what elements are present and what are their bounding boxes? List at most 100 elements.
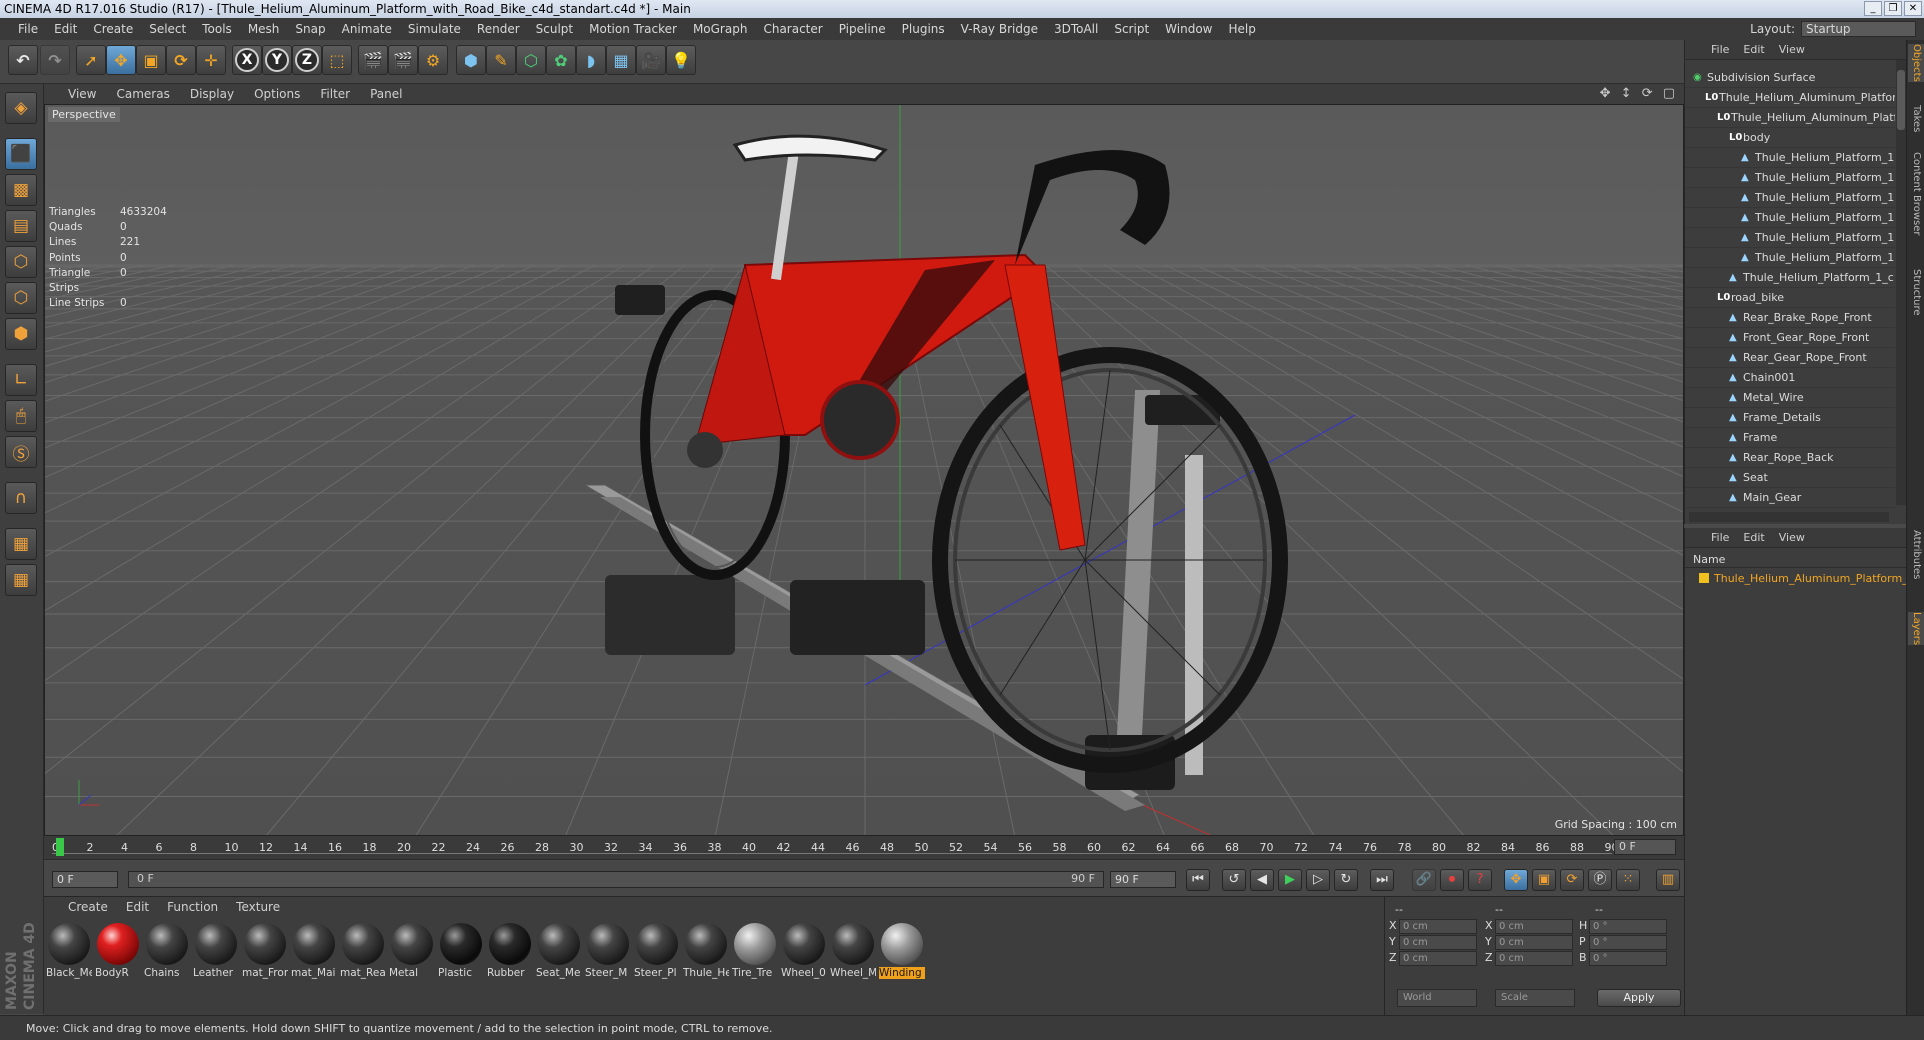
object-tree-item[interactable]: ▲ Thule_Helium_Platform_1 bbox=[1685, 188, 1895, 208]
timeline-ruler[interactable]: 0246810121416182022242628303234363840424… bbox=[44, 836, 1684, 860]
perspective-viewport[interactable]: Perspective Triangles 4633204 Quads 0 Lines 2… bbox=[44, 104, 1684, 836]
play-icon[interactable]: ▶ bbox=[1278, 869, 1302, 891]
material-swatch[interactable]: mat_Rea bbox=[340, 921, 386, 985]
cloner-icon[interactable]: ✿ bbox=[546, 45, 576, 75]
layout-dropdown[interactable]: Startup bbox=[1801, 21, 1916, 37]
layer-menu-edit[interactable]: Edit bbox=[1743, 531, 1764, 544]
material-swatch[interactable]: mat_Fron bbox=[242, 921, 288, 985]
object-tree-item[interactable]: ▲ Chain001 bbox=[1685, 368, 1895, 388]
viewport-menu-cameras[interactable]: Cameras bbox=[116, 87, 169, 101]
subdivision-surface-icon[interactable]: ⬡ bbox=[516, 45, 546, 75]
go-to-start-icon[interactable]: ⏮ bbox=[1186, 869, 1210, 891]
menu-sculpt[interactable]: Sculpt bbox=[528, 22, 581, 36]
side-tab-objects[interactable]: Objects bbox=[1908, 44, 1924, 82]
object-tree-item[interactable]: L0Thule_Helium_Aluminum_Platform bbox=[1685, 88, 1895, 108]
coord-rotation-field[interactable]: 0 ° bbox=[1589, 951, 1667, 966]
camera-icon[interactable]: 🎥 bbox=[636, 45, 666, 75]
object-tree-item[interactable]: ▲ Thule_Helium_Platform_1 bbox=[1685, 248, 1895, 268]
object-tree-item[interactable]: ▲ Rear_Rope_Back bbox=[1685, 448, 1895, 468]
axis-mode-icon[interactable]: ∟ bbox=[5, 364, 37, 396]
previous-key-icon[interactable]: ↺ bbox=[1222, 869, 1246, 891]
viewport-menu-panel[interactable]: Panel bbox=[370, 87, 402, 101]
object-tree-item[interactable]: L0 body bbox=[1685, 128, 1895, 148]
menu-snap[interactable]: Snap bbox=[287, 22, 333, 36]
viewport-navigation-icons[interactable]: ✥ ↕ ⟳ ▢ bbox=[1600, 86, 1678, 101]
close-button[interactable]: ✕ bbox=[1904, 1, 1922, 16]
side-tab-attributes[interactable]: Attributes bbox=[1908, 530, 1924, 579]
texture-mode-icon[interactable]: ▩ bbox=[5, 174, 37, 206]
side-tab-structure[interactable]: Structure bbox=[1908, 269, 1924, 316]
object-tree-item[interactable]: ▲ Front_Gear_Rope_Front bbox=[1685, 328, 1895, 348]
model-mode-icon[interactable]: ⬛ bbox=[5, 138, 37, 170]
workplane-lock-icon[interactable]: ▦ bbox=[5, 528, 37, 560]
menu-tools[interactable]: Tools bbox=[194, 22, 240, 36]
workplane-icon[interactable]: ▤ bbox=[5, 210, 37, 242]
edges-mode-icon[interactable]: ⬡ bbox=[5, 282, 37, 314]
snapping-icon[interactable]: Ⓢ bbox=[5, 436, 37, 468]
menu-3dtoall[interactable]: 3DToAll bbox=[1046, 22, 1106, 36]
object-tree-item[interactable]: L0 road_bike bbox=[1685, 288, 1895, 308]
record-active-objects-icon[interactable]: ⏺ bbox=[1440, 869, 1464, 891]
coord-position-field[interactable]: 0 cm bbox=[1399, 935, 1477, 950]
layer-menu-file[interactable]: File bbox=[1711, 531, 1729, 544]
side-tab-content-browser[interactable]: Content Browser bbox=[1908, 152, 1924, 235]
rotate-tool-icon[interactable]: ⟳ bbox=[166, 45, 196, 75]
object-tree-item[interactable]: ▲ Frame_Details bbox=[1685, 408, 1895, 428]
object-tree-item[interactable]: L0Thule_Helium_Aluminum_Platform bbox=[1685, 108, 1895, 128]
coord-rotation-field[interactable]: 0 ° bbox=[1589, 919, 1667, 934]
points-mode-icon[interactable]: ⬡ bbox=[5, 246, 37, 278]
object-tree-item[interactable]: ▲ Thule_Helium_Platform_1 bbox=[1685, 148, 1895, 168]
material-swatch[interactable]: BodyR bbox=[95, 921, 141, 985]
tweak-mode-icon[interactable]: 🖱 bbox=[5, 400, 37, 432]
object-tree-item[interactable]: ▲ Thule_Helium_Platform_1 bbox=[1685, 208, 1895, 228]
frame-range-slider[interactable]: 0 F 90 F bbox=[128, 871, 1104, 888]
material-swatch[interactable]: Leather bbox=[193, 921, 239, 985]
make-editable-icon[interactable]: ◈ bbox=[5, 92, 37, 124]
key-point-level-icon[interactable]: ⁙ bbox=[1616, 869, 1640, 891]
menu-file[interactable]: File bbox=[10, 22, 46, 36]
object-tree-item[interactable]: ▲ Frame bbox=[1685, 428, 1895, 448]
object-menu-file[interactable]: File bbox=[1711, 43, 1729, 56]
layer-menu-view[interactable]: View bbox=[1779, 531, 1805, 544]
floor-icon[interactable]: ▦ bbox=[606, 45, 636, 75]
menu-edit[interactable]: Edit bbox=[46, 22, 85, 36]
go-to-end-icon[interactable]: ⏭ bbox=[1370, 869, 1394, 891]
coord-size-field[interactable]: 0 cm bbox=[1495, 951, 1573, 966]
coord-rotation-field[interactable]: 0 ° bbox=[1589, 935, 1667, 950]
coord-position-field[interactable]: 0 cm bbox=[1399, 919, 1477, 934]
object-tree-item[interactable]: ▲ Thule_Helium_Platform_1_c bbox=[1685, 268, 1895, 288]
object-tree-item[interactable]: ▲ Main_Gear bbox=[1685, 488, 1895, 508]
redo-icon[interactable]: ↷ bbox=[40, 45, 70, 75]
minimize-button[interactable]: _ bbox=[1864, 1, 1882, 16]
object-tree-item[interactable]: ▲ Thule_Helium_Platform_1 bbox=[1685, 168, 1895, 188]
side-tab-layers[interactable]: Layers bbox=[1908, 612, 1924, 646]
previous-frame-icon[interactable]: ◀ bbox=[1250, 869, 1274, 891]
menu-select[interactable]: Select bbox=[141, 22, 194, 36]
menu-create[interactable]: Create bbox=[85, 22, 141, 36]
key-parameter-icon[interactable]: Ⓟ bbox=[1588, 869, 1612, 891]
material-swatch[interactable]: Chains bbox=[144, 921, 190, 985]
object-tree-scrollbar[interactable] bbox=[1896, 60, 1906, 505]
material-swatch[interactable]: Winding bbox=[879, 921, 925, 985]
menu-character[interactable]: Character bbox=[755, 22, 830, 36]
object-menu-view[interactable]: View bbox=[1779, 43, 1805, 56]
maximize-button[interactable]: ❐ bbox=[1884, 1, 1902, 16]
coordinate-system-icon[interactable]: ⬚ bbox=[322, 45, 352, 75]
light-icon[interactable]: 💡 bbox=[666, 45, 696, 75]
material-swatch[interactable]: Wheel_M bbox=[830, 921, 876, 985]
planar-workplane-icon[interactable]: ▦ bbox=[5, 564, 37, 596]
viewport-menu-options[interactable]: Options bbox=[254, 87, 300, 101]
timeline-window-icon[interactable]: ▥ bbox=[1656, 869, 1680, 891]
menu-simulate[interactable]: Simulate bbox=[400, 22, 469, 36]
material-menu-function[interactable]: Function bbox=[167, 900, 218, 914]
current-frame-field[interactable]: 0 F bbox=[1614, 839, 1676, 855]
render-settings-icon[interactable]: ⚙ bbox=[418, 45, 448, 75]
object-tree-item[interactable]: ◉ Subdivision Surface bbox=[1685, 68, 1895, 88]
key-position-icon[interactable]: ✥ bbox=[1504, 869, 1528, 891]
object-tree-hscrollbar[interactable] bbox=[1689, 512, 1889, 522]
material-menu-edit[interactable]: Edit bbox=[126, 900, 149, 914]
material-swatch[interactable]: Thule_He bbox=[683, 921, 729, 985]
undo-icon[interactable]: ↶ bbox=[8, 45, 38, 75]
object-menu-edit[interactable]: Edit bbox=[1743, 43, 1764, 56]
deformer-icon[interactable]: ◗ bbox=[576, 45, 606, 75]
